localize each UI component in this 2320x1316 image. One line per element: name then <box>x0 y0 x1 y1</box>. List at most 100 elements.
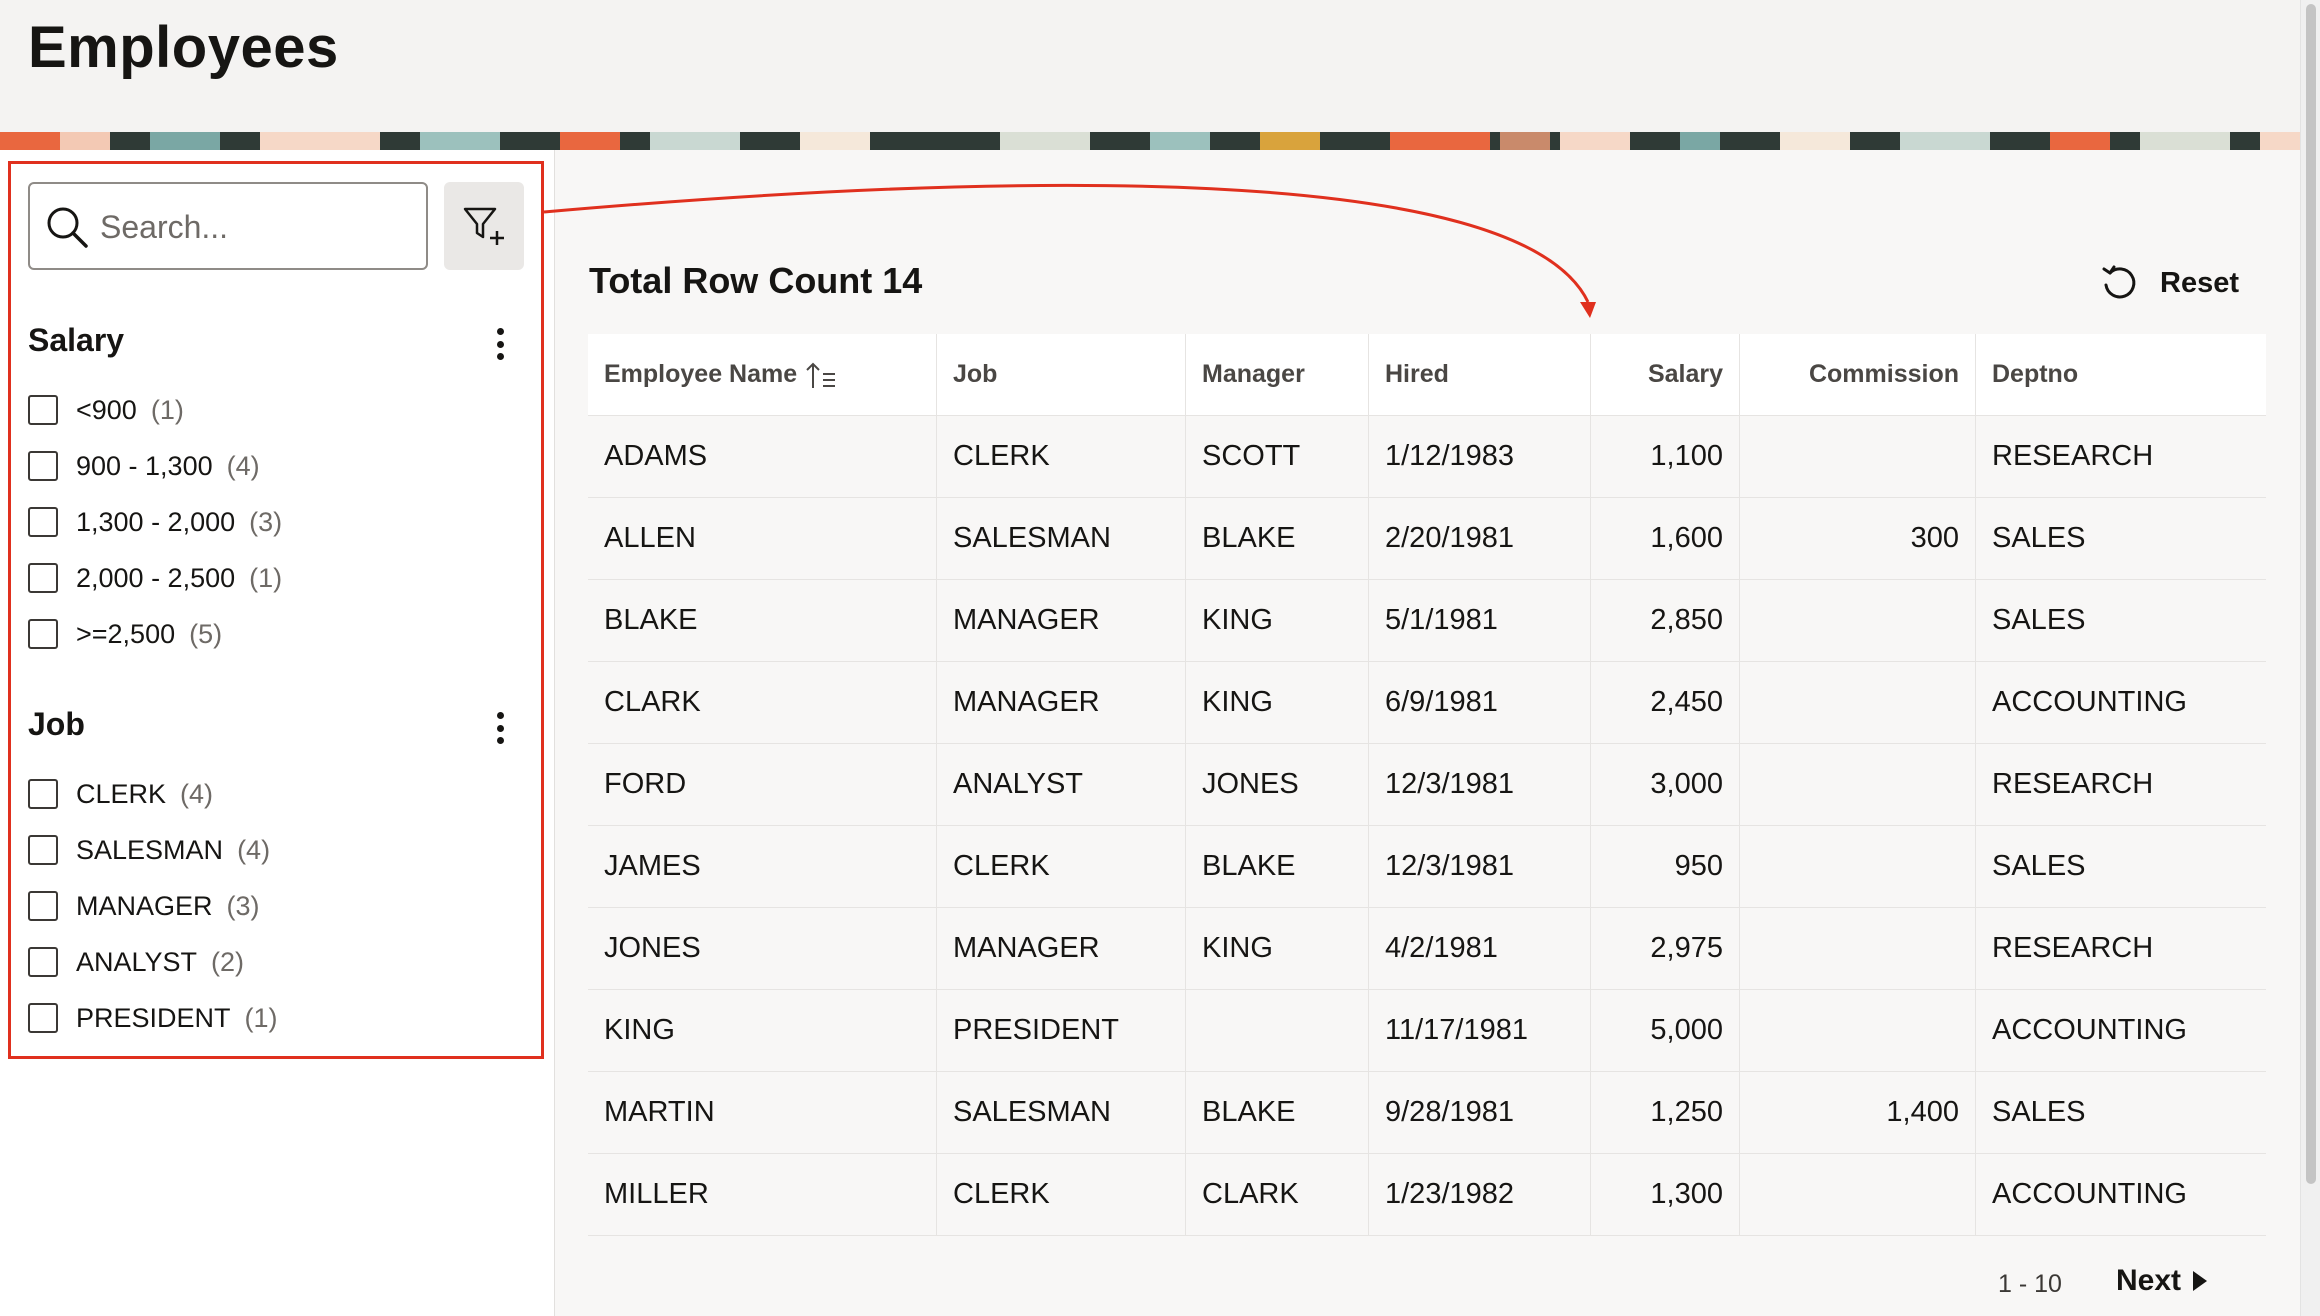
table-row[interactable]: ADAMS CLERK SCOTT 1/12/1983 1,100 RESEARCH <box>588 416 2266 498</box>
table-row[interactable]: FORD ANALYST JONES 12/3/1981 3,000 RESEARCH <box>588 744 2266 826</box>
cell-hired: 4/2/1981 <box>1369 908 1591 989</box>
table-row[interactable]: ALLEN SALESMAN BLAKE 2/20/1981 1,600 300 SALES <box>588 498 2266 580</box>
checkbox[interactable] <box>28 619 58 649</box>
facet-option-label: <900 <box>76 394 137 425</box>
table-row[interactable]: JONES MANAGER KING 4/2/1981 2,975 RESEARCH <box>588 908 2266 990</box>
cell-employee-name: FORD <box>588 744 937 825</box>
checkbox[interactable] <box>28 779 58 809</box>
cell-job: CLERK <box>937 416 1186 497</box>
checkbox[interactable] <box>28 395 58 425</box>
facet-option-salary-gte-2500[interactable]: >=2,500 (5) <box>28 614 222 654</box>
cell-commission <box>1740 826 1976 907</box>
column-header-label: Hired <box>1385 360 1449 388</box>
table-row[interactable]: KING PRESIDENT 11/17/1981 5,000 ACCOUNTING <box>588 990 2266 1072</box>
checkbox[interactable] <box>28 947 58 977</box>
facet-title-job: Job <box>28 706 85 742</box>
next-page-button[interactable]: Next <box>2116 1264 2208 1298</box>
cell-deptno: SALES <box>1992 604 2086 636</box>
facet-option-label: 1,300 - 2,000 <box>76 506 236 537</box>
table-row[interactable]: JAMES CLERK BLAKE 12/3/1981 950 SALES <box>588 826 2266 908</box>
facet-option-salary-lt-900[interactable]: <900 (1) <box>28 390 184 430</box>
cell-manager <box>1186 990 1369 1071</box>
checkbox[interactable] <box>28 891 58 921</box>
reset-button[interactable]: Reset <box>2100 258 2239 308</box>
facet-option-count: (5) <box>189 618 223 649</box>
facet-option-count: (1) <box>244 1002 278 1033</box>
facet-option-count: (2) <box>211 946 245 977</box>
cell-manager: SCOTT <box>1186 416 1369 497</box>
column-header-label: Commission <box>1808 360 1959 388</box>
facet-option-salary-900-1300[interactable]: 900 - 1,300 (4) <box>28 446 260 486</box>
search-icon <box>47 207 88 248</box>
table-row[interactable]: MILLER CLERK CLARK 1/23/1982 1,300 ACCOUNTING <box>588 1154 2266 1236</box>
cell-job: CLERK <box>937 826 1186 907</box>
facet-option-job-clerk[interactable]: CLERK (4) <box>28 774 213 814</box>
page-header: Employees <box>0 0 2300 132</box>
cell-deptno: RESEARCH <box>1992 768 2154 800</box>
cell-salary: 3,000 <box>1591 744 1740 825</box>
column-header-job[interactable]: Job <box>937 334 1186 415</box>
cell-job: SALESMAN <box>937 498 1186 579</box>
cell-manager: BLAKE <box>1186 498 1369 579</box>
checkbox[interactable] <box>28 835 58 865</box>
filter-add-icon <box>463 207 504 245</box>
table-row[interactable]: BLAKE MANAGER KING 5/1/1981 2,850 SALES <box>588 580 2266 662</box>
facet-option-job-president[interactable]: PRESIDENT (1) <box>28 998 278 1038</box>
facet-option-job-manager[interactable]: MANAGER (3) <box>28 886 260 926</box>
next-arrow-icon <box>2193 1271 2208 1291</box>
cell-manager: KING <box>1186 662 1369 743</box>
table-row[interactable]: CLARK MANAGER KING 6/9/1981 2,450 ACCOUNTING <box>588 662 2266 744</box>
facet-option-count: (1) <box>150 394 184 425</box>
facet-option-job-analyst[interactable]: ANALYST (2) <box>28 942 244 982</box>
page-scrollbar[interactable] <box>2300 0 2320 1316</box>
cell-hired: 9/28/1981 <box>1369 1072 1591 1153</box>
facet-option-salary-2000-2500[interactable]: 2,000 - 2,500 (1) <box>28 558 282 598</box>
cell-job: ANALYST <box>937 744 1186 825</box>
total-row-count: Total Row Count 14 <box>589 260 923 301</box>
checkbox[interactable] <box>28 507 58 537</box>
checkbox[interactable] <box>28 563 58 593</box>
search-field[interactable] <box>28 182 428 270</box>
facet-option-salary-1300-2000[interactable]: 1,300 - 2,000 (3) <box>28 502 282 542</box>
grid-header-row: Employee Name Job Manager Hired Salary C… <box>588 334 2266 416</box>
column-header-deptno[interactable]: Deptno <box>1976 334 2266 415</box>
cell-deptno: SALES <box>1992 522 2086 554</box>
checkbox[interactable] <box>28 1003 58 1033</box>
column-header-label: Salary <box>1647 360 1723 388</box>
search-input[interactable] <box>100 202 410 252</box>
facet-option-label: PRESIDENT <box>76 1002 231 1033</box>
cell-commission <box>1740 662 1976 743</box>
cell-employee-name: CLARK <box>588 662 937 743</box>
checkbox[interactable] <box>28 451 58 481</box>
cell-salary: 2,450 <box>1591 662 1740 743</box>
cell-hired: 2/20/1981 <box>1369 498 1591 579</box>
column-header-employee-name[interactable]: Employee Name <box>588 334 937 415</box>
cell-commission <box>1740 416 1976 497</box>
column-header-commission[interactable]: Commission <box>1740 334 1976 415</box>
cell-deptno: RESEARCH <box>1992 932 2154 964</box>
facet-option-label: MANAGER <box>76 890 213 921</box>
page-title: Employees <box>28 15 339 80</box>
facet-option-count: (3) <box>226 890 260 921</box>
cell-hired: 11/17/1981 <box>1369 990 1591 1071</box>
scrollbar-thumb[interactable] <box>2306 4 2316 1184</box>
facet-option-label: CLERK <box>76 778 167 809</box>
column-header-label: Deptno <box>1992 360 2079 388</box>
cell-salary: 1,600 <box>1591 498 1740 579</box>
job-facet-menu-icon[interactable] <box>490 708 510 748</box>
facet-option-job-salesman[interactable]: SALESMAN (4) <box>28 830 270 870</box>
table-row[interactable]: MARTIN SALESMAN BLAKE 9/28/1981 1,250 1,400 SA… <box>588 1072 2266 1154</box>
sort-ascending-icon <box>806 362 836 388</box>
column-header-hired[interactable]: Hired <box>1369 334 1591 415</box>
salary-facet-menu-icon[interactable] <box>490 324 510 364</box>
column-header-manager[interactable]: Manager <box>1186 334 1369 415</box>
facet-option-count: (4) <box>226 450 260 481</box>
cell-salary: 2,850 <box>1591 580 1740 661</box>
grid-body: ADAMS CLERK SCOTT 1/12/1983 1,100 RESEARCH ALL… <box>588 416 2266 1236</box>
cell-hired: 12/3/1981 <box>1369 826 1591 907</box>
cell-job: PRESIDENT <box>937 990 1186 1071</box>
cell-employee-name: BLAKE <box>588 580 937 661</box>
column-header-salary[interactable]: Salary <box>1591 334 1740 415</box>
cell-manager: JONES <box>1186 744 1369 825</box>
add-filter-button[interactable] <box>444 182 524 270</box>
